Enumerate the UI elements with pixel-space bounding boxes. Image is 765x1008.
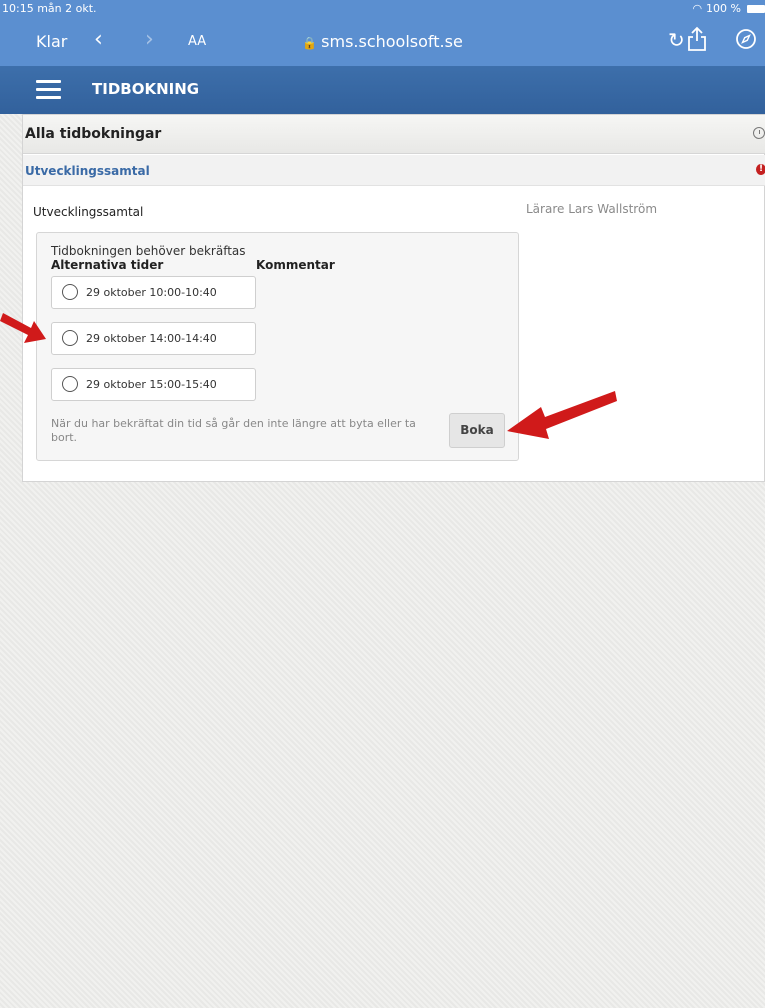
- panel-header: Alla tidbokningar: [23, 115, 765, 154]
- section-header[interactable]: Utvecklingssamtal !: [23, 155, 765, 186]
- battery-label: 100 %: [706, 2, 741, 15]
- radio-button[interactable]: [62, 376, 78, 392]
- alternatives-header: Alternativa tider: [51, 258, 164, 272]
- menu-icon[interactable]: [36, 80, 61, 100]
- time-slot-option[interactable]: 29 oktober 15:00-15:40: [51, 368, 256, 401]
- time-slot-label: 29 oktober 15:00-15:40: [86, 378, 217, 391]
- bookings-panel: Alla tidbokningar Utvecklingssamtal ! Ut…: [22, 114, 765, 482]
- status-time-value: 10:15: [2, 2, 34, 15]
- share-icon[interactable]: [686, 26, 708, 52]
- battery-icon: [747, 4, 765, 13]
- status-bar: 10:15 mån 2 okt. ◠ 100 %: [0, 0, 765, 20]
- status-right: ◠ 100 %: [692, 2, 765, 15]
- alert-icon: !: [756, 164, 765, 175]
- clock-icon[interactable]: [753, 127, 765, 139]
- app-header: TIDBOKNING: [0, 66, 765, 114]
- time-slot-label: 29 oktober 14:00-14:40: [86, 332, 217, 345]
- wifi-icon: ◠: [692, 2, 703, 15]
- annotation-arrow-right: [507, 391, 617, 439]
- section-title[interactable]: Utvecklingssamtal: [25, 164, 150, 178]
- comment-header: Kommentar: [256, 258, 335, 272]
- status-date-value: mån 2 okt.: [37, 2, 97, 15]
- status-time: 10:15 mån 2 okt.: [2, 2, 97, 15]
- time-slot-option[interactable]: 29 oktober 10:00-10:40: [51, 276, 256, 309]
- panel-title: Alla tidbokningar: [25, 126, 162, 142]
- app-title: TIDBOKNING: [92, 80, 200, 98]
- radio-button[interactable]: [62, 330, 78, 346]
- browser-toolbar: Klar ‹ › AA 🔒 sms.schoolsoft.se ↻: [0, 22, 765, 62]
- book-button[interactable]: Boka: [449, 413, 505, 448]
- address-bar[interactable]: 🔒 sms.schoolsoft.se: [0, 32, 765, 51]
- annotation-arrow-left: [0, 313, 46, 343]
- confirmation-note: När du har bekräftat din tid så går den …: [51, 417, 416, 444]
- compass-icon[interactable]: [735, 28, 757, 50]
- confirmation-text: Tidbokningen behöver bekräftas: [51, 244, 246, 258]
- teacher-name: Lärare Lars Wallström: [526, 202, 658, 216]
- reload-icon[interactable]: ↻: [668, 28, 685, 52]
- time-slot-label: 29 oktober 10:00-10:40: [86, 286, 217, 299]
- url-text: sms.schoolsoft.se: [321, 32, 463, 51]
- meeting-name: Utvecklingssamtal: [33, 205, 144, 219]
- time-slot-option[interactable]: 29 oktober 14:00-14:40: [51, 322, 256, 355]
- lock-icon: 🔒: [302, 36, 318, 50]
- radio-button[interactable]: [62, 284, 78, 300]
- safari-top-bar: 10:15 mån 2 okt. ◠ 100 % Klar ‹ › AA 🔒 sm…: [0, 0, 765, 66]
- booking-box: Tidbokningen behöver bekräftas Alternati…: [36, 232, 519, 461]
